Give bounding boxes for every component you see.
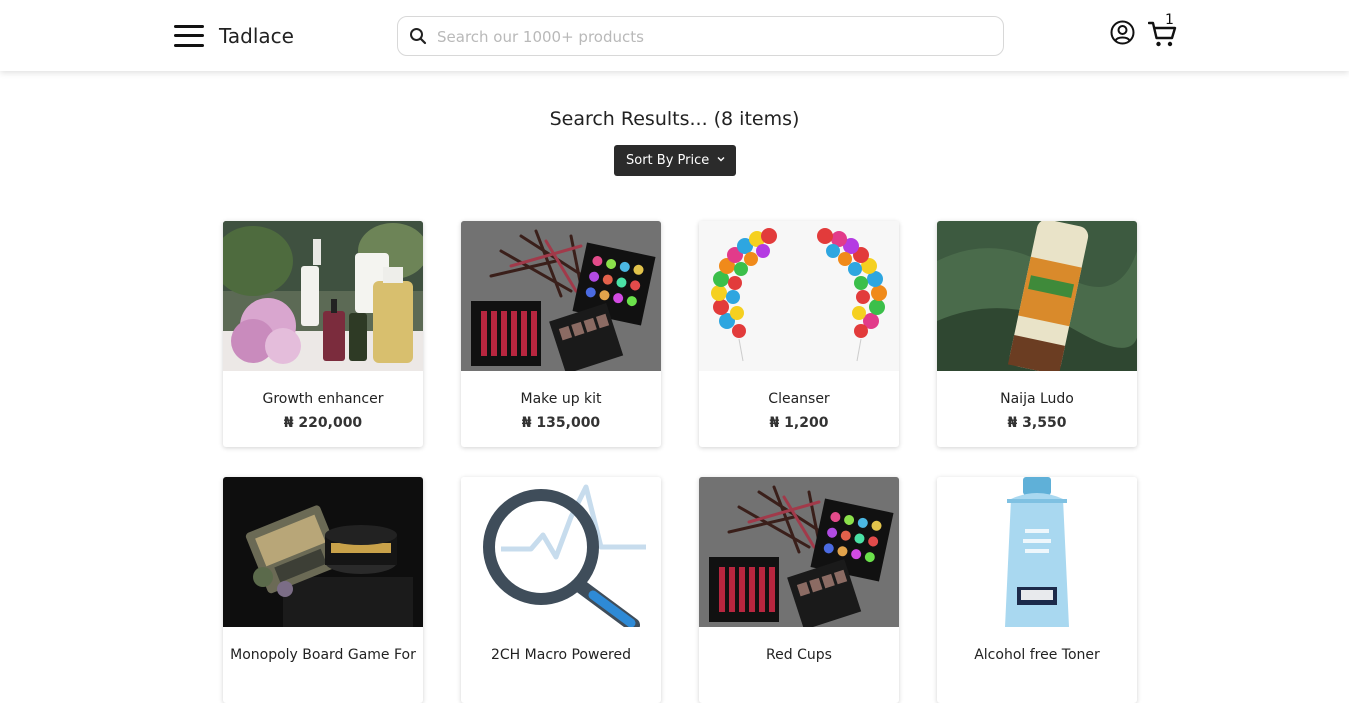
product-card[interactable]: 2CH Macro Powered: [461, 477, 661, 703]
hamburger-menu-icon[interactable]: [174, 24, 204, 48]
search-icon: [410, 28, 427, 45]
product-card[interactable]: Make up kit ₦ 135,000: [461, 221, 661, 447]
search-input[interactable]: [437, 25, 987, 49]
search-bar[interactable]: [397, 16, 1004, 56]
product-name: Cleanser: [768, 391, 830, 407]
cart-button[interactable]: 1: [1148, 12, 1178, 50]
cart-icon: [1148, 21, 1177, 47]
product-image: [699, 477, 899, 627]
product-price: ₦ 135,000: [521, 415, 601, 431]
search-results-title: Search Results... (8 items): [549, 108, 800, 130]
product-card[interactable]: Naija Ludo ₦ 3,550: [937, 221, 1137, 447]
product-image: [937, 221, 1137, 371]
user-account-icon[interactable]: [1110, 20, 1135, 45]
product-image: [461, 477, 661, 627]
product-name: Monopoly Board Game For: [230, 647, 416, 663]
product-price: ₦ 3,550: [1007, 415, 1067, 431]
product-price: ₦ 220,000: [283, 415, 363, 431]
product-card[interactable]: Red Cups: [699, 477, 899, 703]
product-card[interactable]: Alcohol free Toner: [937, 477, 1137, 703]
product-name: Naija Ludo: [1000, 391, 1074, 407]
product-card[interactable]: Cleanser ₦ 1,200: [699, 221, 899, 447]
product-image: [223, 221, 423, 371]
product-image: [699, 221, 899, 371]
product-image: [223, 477, 423, 627]
chevron-down-icon: [717, 157, 725, 162]
top-navbar: Tadlace 1: [0, 0, 1349, 71]
product-name: 2CH Macro Powered: [491, 647, 631, 663]
sort-by-price-dropdown[interactable]: Sort By Price: [614, 145, 736, 176]
product-name: Growth enhancer: [262, 391, 384, 407]
product-image: [937, 477, 1137, 627]
product-price: ₦ 1,200: [769, 415, 829, 431]
product-name: Red Cups: [766, 647, 832, 663]
sort-label: Sort By Price: [626, 153, 710, 168]
product-card[interactable]: Monopoly Board Game For: [223, 477, 423, 703]
product-name: Make up kit: [520, 391, 602, 407]
brand-name[interactable]: Tadlace: [219, 24, 294, 48]
product-image: [461, 221, 661, 371]
product-card[interactable]: Growth enhancer ₦ 220,000: [223, 221, 423, 447]
product-name: Alcohol free Toner: [974, 647, 1100, 663]
